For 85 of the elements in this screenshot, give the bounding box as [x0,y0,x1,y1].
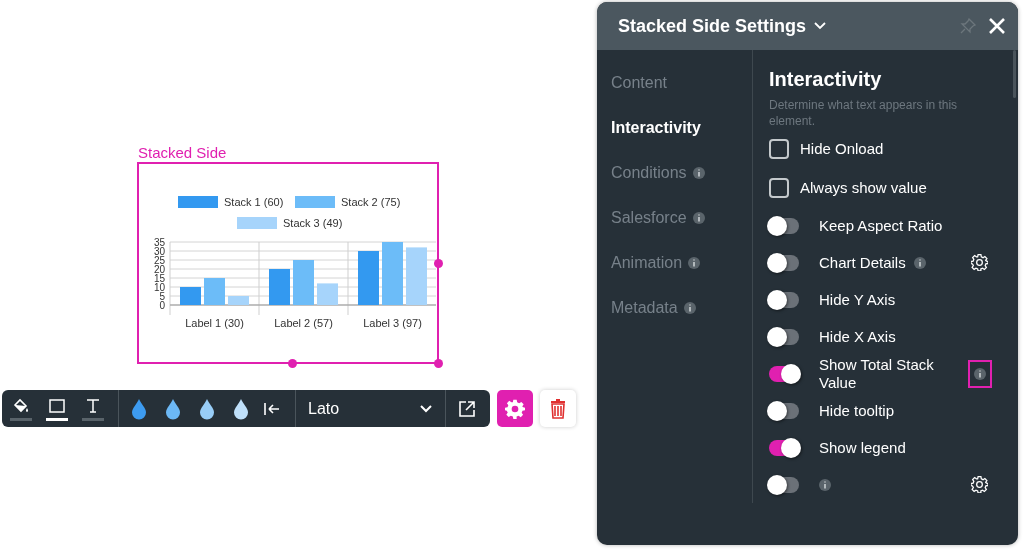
toggle-switch[interactable] [769,328,799,345]
legend-label: Stack 3 (49) [283,217,343,229]
resize-handle[interactable] [434,259,443,268]
y-tick-label: 10 [153,281,165,293]
y-tick-label: 5 [159,290,165,302]
nav-tab[interactable]: Salesforce [611,208,687,227]
drop-icon[interactable] [233,397,249,420]
nav-tab[interactable]: Animation [611,253,683,272]
option-label: Always show value [800,178,927,197]
info-icon[interactable] [683,301,696,314]
info-icon[interactable] [688,256,701,269]
scrollbar[interactable] [1013,50,1016,98]
info-icon [973,367,986,380]
paint-bucket-icon [12,398,30,414]
legend-label: Stack 1 (60) [224,196,284,208]
option-label: Hide X Axis [819,327,896,346]
y-tick-label: 25 [153,254,165,266]
y-tick-label: 0 [159,299,165,311]
info-button[interactable] [967,359,992,388]
element-label: Stacked Side [138,144,228,162]
settings-button[interactable] [497,390,533,427]
trash-icon [550,398,566,419]
bar [382,242,403,305]
external-link-icon[interactable] [458,399,476,418]
text-tool[interactable] [82,396,104,421]
info-icon[interactable] [692,166,705,179]
bar [317,283,338,305]
option-label: Chart Details [819,253,906,272]
resize-handle[interactable] [288,359,297,368]
option-label: Keep Aspect Ratio [819,216,943,235]
category-label: Label 1 (30) [185,317,244,329]
close-icon[interactable] [988,17,1006,35]
nav-tab[interactable]: Conditions [611,163,687,182]
y-tick-label: 20 [153,263,165,275]
bar [406,247,427,305]
option-label: Hide Y Axis [819,290,896,309]
settings-icon[interactable] [971,254,988,271]
nav-tab[interactable]: Content [611,73,668,92]
section-description: Determine what text appears in this element. [769,97,959,129]
toggle-switch[interactable] [769,291,799,308]
info-icon[interactable] [913,256,926,269]
bar [358,251,379,305]
square-icon [48,398,66,414]
drop-icon[interactable] [131,397,147,420]
y-tick-label: 15 [153,272,165,284]
resize-handle[interactable] [434,359,443,368]
chevron-down-icon [419,403,433,414]
category-label: Label 3 (97) [363,317,422,329]
nav-tab[interactable]: Metadata [611,298,678,317]
bar [293,260,314,305]
option-label: Show legend [819,438,906,457]
align-left-icon[interactable] [263,401,281,416]
option-label: Hide tooltip [819,401,895,420]
border-tool[interactable] [46,396,68,421]
drop-icon[interactable] [165,397,181,420]
toggle-switch[interactable] [769,254,799,271]
delete-button[interactable] [540,390,576,427]
checkbox[interactable] [769,177,789,198]
option-label: Hide Onload [800,139,884,158]
bar [180,287,201,305]
bar [228,296,249,305]
toggle-switch[interactable] [769,439,799,456]
toggle-switch[interactable] [769,402,799,419]
category-label: Label 2 (57) [274,317,333,329]
settings-icon[interactable] [971,476,988,493]
drop-icon[interactable] [199,397,215,420]
gear-icon [505,398,525,419]
toggle-switch[interactable] [769,365,799,382]
fill-tool[interactable] [10,396,32,421]
chevron-down-icon [814,22,827,30]
legend-label: Stack 2 (75) [341,196,401,208]
checkbox[interactable] [769,138,789,159]
info-icon[interactable] [692,211,705,224]
toggle-switch[interactable] [769,217,799,234]
nav-tab[interactable]: Interactivity [611,118,701,137]
bar [269,269,290,305]
text-icon [84,398,102,414]
y-tick-label: 30 [153,245,165,257]
section-title: Interactivity [769,68,883,91]
font-dropdown[interactable]: Lato [296,390,446,427]
option-label: Show Total Stack Value [819,355,935,392]
toggle-switch[interactable] [769,476,799,493]
y-tick-label: 35 [153,236,165,248]
bar [204,278,225,305]
info-icon[interactable] [819,478,831,491]
